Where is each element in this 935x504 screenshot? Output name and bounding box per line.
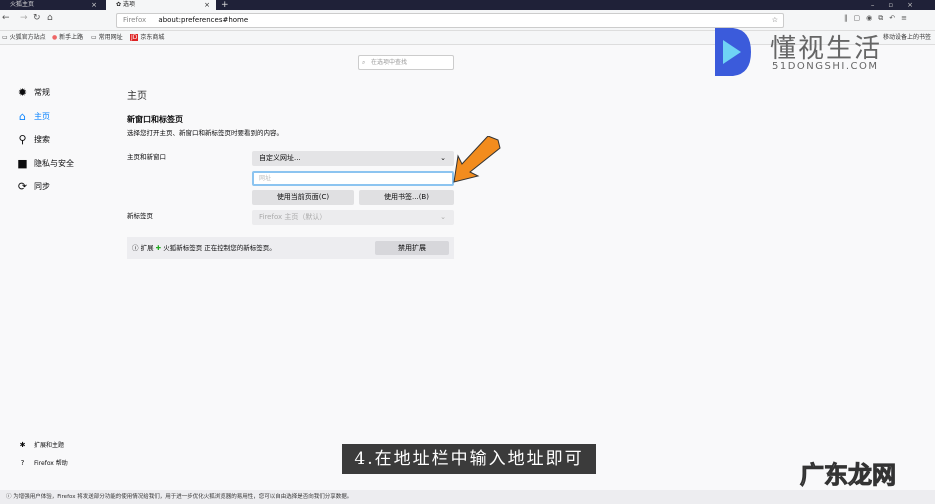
sidebar-item-home[interactable]: ⌂ 主页	[17, 110, 50, 123]
sidebar-label: 搜索	[34, 135, 50, 144]
star-icon[interactable]: ☆	[772, 14, 778, 27]
puzzle-icon: ✱	[19, 440, 26, 449]
watermark-logo-en: 51DONGSHI.COM	[772, 61, 879, 72]
select-value: 自定义网址...	[259, 154, 301, 162]
tab-firefox-home[interactable]: 火狐主页 ×	[0, 0, 105, 10]
orange-arrow-annotation	[453, 136, 501, 183]
notification-bar: ⓘ 为增强用户体验，Firefox 将发送部分功能的使用情况给我们，用于进一步优…	[0, 490, 935, 504]
bookmark-label: 新手上路	[59, 34, 84, 41]
help-icon: ?	[20, 458, 25, 467]
watermark-bottom: 广东龙网	[800, 461, 897, 490]
tab-label: 火狐主页	[10, 1, 35, 8]
extension-notice: ⓘ 扩展 ✚ 火狐新标签页 正在控制您的新标签页。 禁用扩展	[127, 237, 454, 259]
jd-icon: JD	[130, 34, 139, 41]
gear-icon: ✹	[17, 86, 28, 99]
search-icon: ⌕	[362, 59, 366, 66]
sidebar-label: 主页	[34, 112, 50, 121]
sidebar-label: 同步	[34, 182, 50, 191]
sidebar-item-sync[interactable]: ⟳ 同步	[17, 180, 50, 193]
close-icon[interactable]: ×	[204, 0, 210, 10]
sidebar-firefox-help[interactable]: ? Firefox 帮助	[17, 458, 68, 468]
section-title: 新窗口和标签页	[127, 115, 183, 124]
preferences-search-input[interactable]: ⌕ 在选项中查找	[358, 55, 454, 70]
tutorial-caption: 4.在地址栏中输入地址即可	[342, 444, 596, 474]
search-placeholder: 在选项中查找	[371, 59, 408, 66]
notification-text: 为增强用户体验，Firefox 将发送部分功能的使用情况给我们，用于进一步优化火…	[13, 494, 353, 500]
sidebar-label: 隐私与安全	[34, 159, 74, 168]
sidebar-item-privacy[interactable]: ■ 隐私与安全	[17, 157, 74, 170]
sidebar-label: 扩展和主题	[34, 442, 65, 449]
disable-extension-button[interactable]: 禁用扩展	[375, 241, 449, 255]
tab-label: 选项	[122, 1, 135, 8]
toolbar-icons[interactable]: ‖▢◉⧉↶≡	[844, 14, 913, 23]
home-select[interactable]: 自定义网址... ⌄	[252, 151, 454, 166]
sync-icon: ⟳	[17, 180, 28, 193]
forward-icon[interactable]: →	[20, 13, 28, 23]
mobile-bookmarks[interactable]: 移动设备上的书签	[883, 31, 931, 45]
url-text: about:preferences#home	[158, 16, 249, 24]
sidebar-label: 常规	[34, 88, 50, 97]
sidebar-label: Firefox 帮助	[34, 460, 68, 467]
info-icon: ⓘ	[132, 244, 139, 252]
new-tab-button[interactable]: +	[218, 0, 232, 10]
ext-prefix: 扩展	[140, 244, 154, 252]
tab-options[interactable]: ✿ 选项 ×	[106, 0, 216, 10]
ext-text: 正在控制您的新标签页。	[204, 244, 276, 252]
tab-bar: 火狐主页 × ✿ 选项 × + –▫×	[0, 0, 935, 10]
firefox-identity: Firefox	[123, 16, 147, 24]
bookmark-item[interactable]: ● 新手上路	[52, 31, 83, 45]
ext-name: 火狐新标签页	[163, 244, 203, 252]
sidebar-item-search[interactable]: ⚲ 搜索	[17, 133, 50, 146]
url-bar[interactable]: Firefox about:preferences#home ☆	[116, 13, 784, 28]
home-url-input[interactable]: 网址	[252, 171, 454, 186]
newtab-select[interactable]: Firefox 主页（默认） ⌄	[252, 210, 454, 225]
lock-icon: ■	[17, 157, 28, 170]
home-icon: ⌂	[19, 110, 26, 123]
bookmark-item[interactable]: ▭ 常用网址	[91, 31, 123, 45]
bookmark-icon: ●	[52, 34, 58, 41]
newtab-label: 新标签页	[127, 212, 153, 220]
home-label: 主页和新窗口	[127, 153, 166, 161]
gear-icon: ✿	[116, 1, 123, 8]
sidebar-extensions-themes[interactable]: ✱ 扩展和主题	[17, 440, 65, 450]
section-desc: 选择您打开主页、新窗口和新标签页时要看到的内容。	[127, 129, 283, 137]
window-controls[interactable]: –▫×	[871, 0, 927, 10]
use-current-page-button[interactable]: 使用当前页面(C)	[252, 190, 354, 205]
bookmark-label: 火狐官方站点	[9, 34, 46, 41]
close-icon[interactable]: ×	[91, 0, 97, 10]
bookmark-label: 京东商城	[140, 34, 165, 41]
extension-icon: ✚	[155, 244, 162, 252]
chevron-down-icon: ⌄	[440, 154, 446, 162]
reload-icon[interactable]: ↻	[33, 13, 41, 23]
bookmark-item[interactable]: ▭ 火狐官方站点	[2, 31, 46, 45]
chevron-down-icon: ⌄	[440, 213, 446, 221]
watermark-logo-cn: 懂视生活	[770, 34, 883, 64]
home-icon[interactable]: ⌂	[47, 13, 53, 23]
select-value: Firefox 主页（默认）	[259, 213, 327, 221]
search-icon: ⚲	[18, 133, 27, 146]
back-icon[interactable]: ←	[2, 13, 10, 23]
page-title: 主页	[127, 91, 147, 102]
bookmark-label: 常用网址	[98, 34, 123, 41]
watermark-logo	[713, 26, 753, 78]
use-bookmark-button[interactable]: 使用书签...(B)	[359, 190, 454, 205]
bookmark-item[interactable]: JD 京东商城	[130, 31, 164, 45]
sidebar-item-general[interactable]: ✹ 常规	[17, 86, 50, 99]
